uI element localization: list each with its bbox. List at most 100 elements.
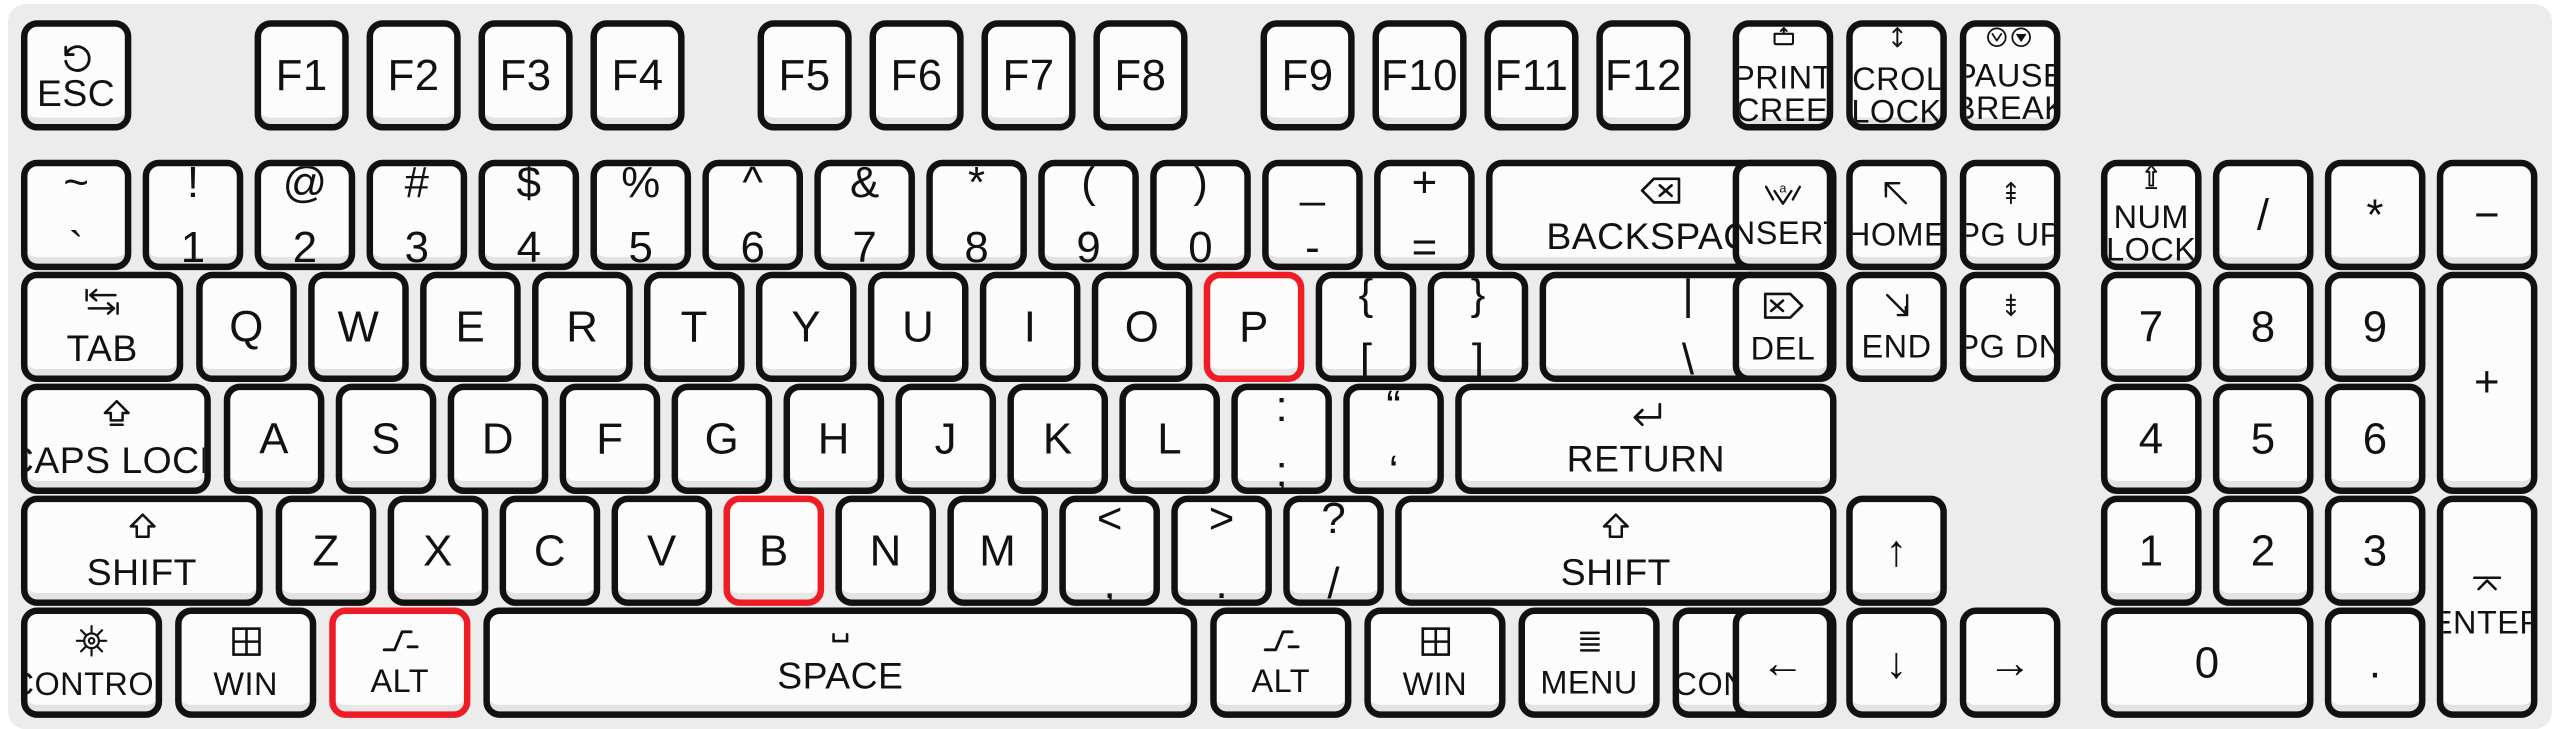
key-f3[interactable]: F3 <box>478 20 573 131</box>
key-pause-break[interactable]: PAUSE BREAK <box>1959 20 2061 131</box>
key-f5[interactable]: F5 <box>757 20 852 131</box>
key-f11[interactable]: F11 <box>1484 20 1579 131</box>
key-slash[interactable]: ? / <box>1283 495 1384 606</box>
key-b[interactable]: B <box>723 495 825 606</box>
key-equals[interactable]: + = <box>1374 159 1475 271</box>
key-print-screen[interactable]: PRINT SCREEN <box>1732 20 1834 131</box>
key-t[interactable]: T <box>644 271 745 383</box>
key-v[interactable]: V <box>611 495 713 606</box>
key-1[interactable]: ! 1 <box>142 159 244 271</box>
key-arrow-left[interactable]: ← <box>1732 607 1834 718</box>
key-x[interactable]: X <box>387 495 489 606</box>
key-s[interactable]: S <box>335 383 437 494</box>
key-right-win[interactable]: WIN <box>1364 607 1506 718</box>
key-pg-dn[interactable]: PG DN <box>1959 271 2061 383</box>
key-caps-lock[interactable]: CAPS LOCK <box>20 383 211 494</box>
key-right-bracket[interactable]: }] <box>1427 271 1529 383</box>
key-f4[interactable]: F4 <box>590 20 685 131</box>
key-left-alt[interactable]: ALT <box>329 607 471 718</box>
key-numpad-0[interactable]: 0 <box>2100 607 2314 718</box>
key-g[interactable]: G <box>671 383 773 494</box>
key-numpad-dot[interactable]: . <box>2324 607 2426 718</box>
key-arrow-down[interactable]: ↓ <box>1846 607 1947 718</box>
key-minus[interactable]: _ - <box>1262 159 1363 271</box>
key-k[interactable]: K <box>1007 383 1109 494</box>
key-arrow-up[interactable]: ↑ <box>1846 495 1947 606</box>
key-numpad-multiply[interactable]: * <box>2324 159 2426 271</box>
key-numpad-5[interactable]: 5 <box>2212 383 2314 494</box>
key-right-shift[interactable]: SHIFT <box>1395 495 1837 606</box>
key-a[interactable]: A <box>223 383 325 494</box>
key-numpad-enter[interactable]: ENTER <box>2436 495 2538 718</box>
key-f[interactable]: F <box>559 383 661 494</box>
key-numpad-1[interactable]: 1 <box>2100 495 2202 606</box>
key-j[interactable]: J <box>895 383 997 494</box>
key-del[interactable]: DEL <box>1732 271 1834 383</box>
key-f7[interactable]: F7 <box>981 20 1076 131</box>
key-2[interactable]: @2 <box>254 159 356 271</box>
key-h[interactable]: H <box>783 383 885 494</box>
key-d[interactable]: D <box>447 383 549 494</box>
key-f10[interactable]: F10 <box>1372 20 1467 131</box>
key-numpad-2[interactable]: 2 <box>2212 495 2314 606</box>
key-i[interactable]: I <box>979 271 1081 383</box>
key-numpad-4[interactable]: 4 <box>2100 383 2202 494</box>
key-insert[interactable]: a INSERT <box>1732 159 1834 271</box>
key-return[interactable]: RETURN <box>1455 383 1837 494</box>
key-arrow-right[interactable]: → <box>1959 607 2061 718</box>
key-y[interactable]: Y <box>755 271 857 383</box>
key-numpad-plus[interactable]: + <box>2436 271 2538 494</box>
key-f6[interactable]: F6 <box>869 20 964 131</box>
key-z[interactable]: Z <box>275 495 377 606</box>
key-5[interactable]: % 5 <box>590 159 692 271</box>
key-numpad-minus[interactable]: − <box>2436 159 2538 271</box>
key-semicolon[interactable]: :; <box>1231 383 1332 494</box>
key-period[interactable]: >. <box>1171 495 1272 606</box>
key-8[interactable]: * 8 <box>926 159 1027 271</box>
key-6[interactable]: ^ 6 <box>702 159 803 271</box>
key-esc[interactable]: ESC <box>20 20 132 131</box>
key-p[interactable]: P <box>1203 271 1305 383</box>
key-l[interactable]: L <box>1119 383 1220 494</box>
key-f9[interactable]: F9 <box>1260 20 1355 131</box>
key-f8[interactable]: F8 <box>1093 20 1188 131</box>
key-e[interactable]: E <box>420 271 521 383</box>
key-0[interactable]: ) 0 <box>1150 159 1251 271</box>
key-numpad-7[interactable]: 7 <box>2100 271 2202 383</box>
key-c[interactable]: C <box>499 495 601 606</box>
key-menu[interactable]: MENU <box>1518 607 1660 718</box>
key-end[interactable]: END <box>1846 271 1947 383</box>
key-3[interactable]: #3 <box>366 159 468 271</box>
key-f12[interactable]: F12 <box>1596 20 1691 131</box>
key-numpad-6[interactable]: 6 <box>2324 383 2426 494</box>
key-4[interactable]: $4 <box>478 159 580 271</box>
key-r[interactable]: R <box>532 271 633 383</box>
key-f1[interactable]: F1 <box>254 20 349 131</box>
key-9[interactable]: (9 <box>1038 159 1139 271</box>
key-u[interactable]: U <box>867 271 969 383</box>
key-o[interactable]: O <box>1091 271 1193 383</box>
key-backtick[interactable]: ~ ` <box>20 159 132 271</box>
key-comma[interactable]: <, <box>1059 495 1160 606</box>
key-numpad-3[interactable]: 3 <box>2324 495 2426 606</box>
key-tab[interactable]: TAB <box>20 271 184 383</box>
key-numpad-9[interactable]: 9 <box>2324 271 2426 383</box>
key-left-win[interactable]: WIN <box>175 607 317 718</box>
key-left-bracket[interactable]: {[ <box>1315 271 1417 383</box>
key-7[interactable]: & 7 <box>814 159 915 271</box>
key-n[interactable]: N <box>835 495 937 606</box>
key-w[interactable]: W <box>308 271 409 383</box>
key-left-control[interactable]: CONTROL <box>20 607 163 718</box>
key-m[interactable]: M <box>947 495 1048 606</box>
key-numpad-divide[interactable]: / <box>2212 159 2314 271</box>
key-home[interactable]: HOME <box>1846 159 1947 271</box>
key-q[interactable]: Q <box>196 271 297 383</box>
key-f2[interactable]: F2 <box>366 20 461 131</box>
key-right-alt[interactable]: ALT <box>1210 607 1352 718</box>
key-pg-up[interactable]: PG UP <box>1959 159 2061 271</box>
key-numpad-8[interactable]: 8 <box>2212 271 2314 383</box>
key-quote[interactable]: “‘ <box>1343 383 1444 494</box>
key-num-lock[interactable]: NUM LOCK <box>2100 159 2202 271</box>
key-scroll-lock[interactable]: SCROLL LOCK <box>1846 20 1947 131</box>
key-left-shift[interactable]: SHIFT <box>20 495 263 606</box>
